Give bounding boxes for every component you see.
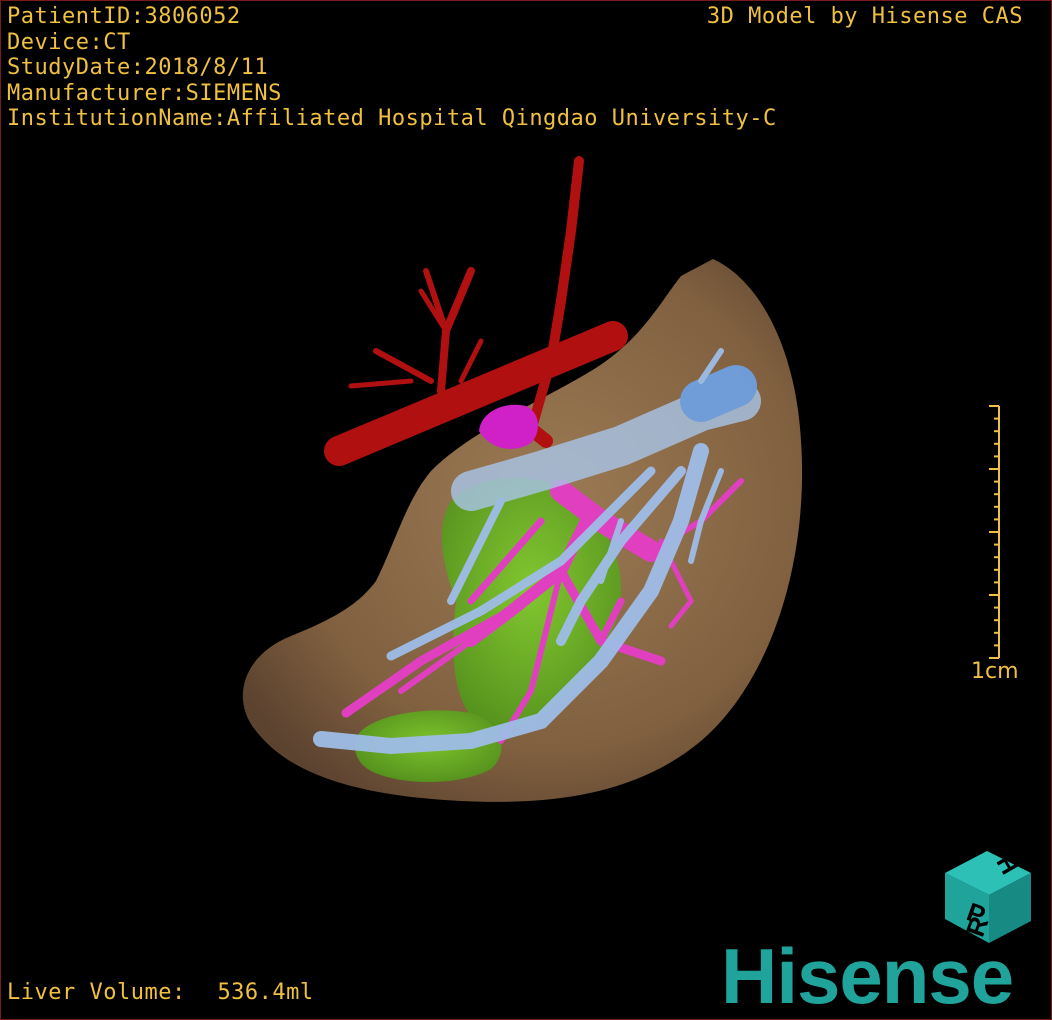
study-info: PatientID:3806052 Device:CT StudyDate:20…: [7, 4, 777, 132]
liver-volume: Liver Volume: 536.4ml: [7, 980, 314, 1006]
institution-name: InstitutionName:Affiliated Hospital Qing…: [7, 106, 777, 131]
hisense-logo: Hisense: [721, 932, 1014, 1020]
liver-volume-label: Liver Volume:: [7, 979, 186, 1005]
patient-id: PatientID:3806052: [7, 4, 241, 29]
manufacturer: Manufacturer:SIEMENS: [7, 80, 282, 106]
study-date: StudyDate:2018/8/11: [7, 55, 269, 80]
scale-bar: [989, 405, 1000, 659]
scale-bar-label: 1cm: [971, 659, 1019, 684]
model-credit: 3D Model by Hisense CAS: [706, 4, 1023, 29]
liver-3d-model[interactable]: [1, 1, 1051, 1019]
3d-viewport[interactable]: PatientID:3806052 Device:CT StudyDate:20…: [0, 0, 1052, 1020]
device: Device:CT: [7, 29, 131, 55]
liver-volume-value: 536.4ml: [217, 979, 314, 1005]
